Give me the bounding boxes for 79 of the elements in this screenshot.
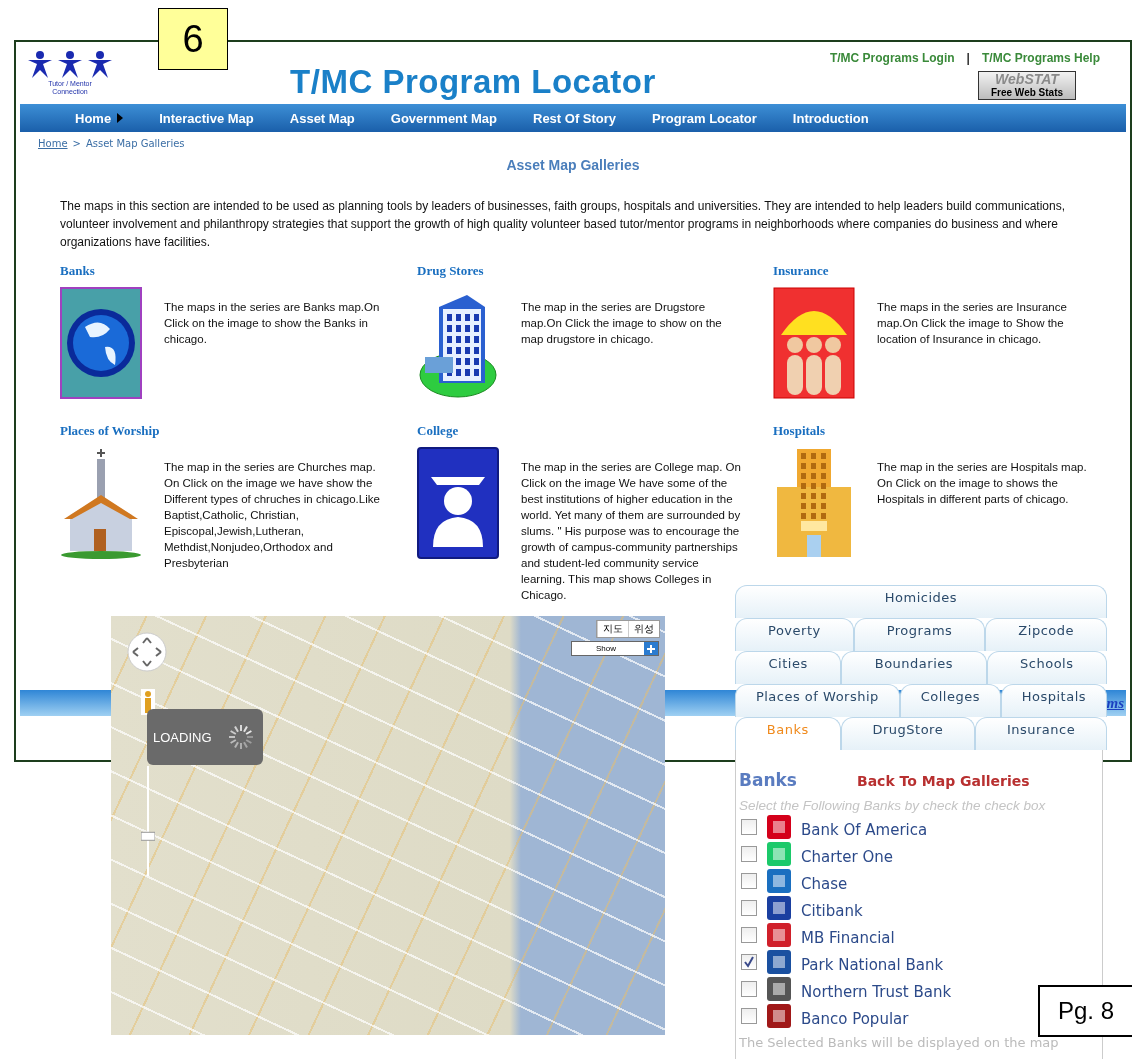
nav-link[interactable]: Introduction — [792, 110, 869, 126]
badge-title: WebSTAT — [995, 71, 1059, 87]
layer-tab[interactable]: Cities — [735, 651, 842, 684]
login-link[interactable]: T/MC Programs Login — [829, 50, 955, 65]
loading-spinner-icon — [227, 724, 254, 750]
breadcrumb-current: Asset Map Galleries — [85, 138, 185, 149]
church-icon[interactable] — [60, 447, 142, 559]
person-icon[interactable] — [141, 689, 155, 715]
gallery-title-link[interactable]: Places of Worship — [60, 423, 417, 439]
bank-name: Citibank — [801, 901, 863, 920]
page-label: Pg. 8 — [1038, 985, 1132, 1037]
gallery-title-link[interactable]: Banks — [60, 263, 417, 279]
layer-tab[interactable]: Colleges — [899, 684, 1001, 717]
webstat-badge[interactable]: WebSTAT Free Web Stats — [978, 70, 1076, 100]
note-text: The Selected Banks will be displayed on the map — [739, 1035, 1060, 1050]
gallery-description: The map in the series are Drugstore map.On Click the image to show on the map drugstore in chicago. — [521, 300, 723, 347]
zoom-slider-thumb[interactable] — [141, 831, 155, 841]
people-logo-icon — [26, 50, 114, 80]
bank-name: Northern Trust Bank — [801, 982, 952, 1001]
gallery-title-link[interactable]: College — [417, 423, 773, 439]
gallery-description: The map in the series are Churches map. On Click on the image we have show the Different types of chruches in chicago.Like Baptist,Catholic, Christian, Episcopal,Jewish,Lutheran, Methdist,Nonjudeo,Orthodox and Presbyterian — [164, 460, 381, 571]
loading-text: LOADING — [153, 729, 212, 745]
intro-paragraph: The maps in this section are intended to be used as planning tools by leaders of businesses, faith groups, hospitals and universities. They are intended to help leaders build communications, volunteer involvement and philanthropy strategies that support the growth of high quality volunteer based tutor/mentor programs in neighborhoods where companies do business and where organizations have facilities. — [60, 198, 1067, 251]
site-title: T/MC Program Locator — [289, 63, 657, 101]
checkbox[interactable] — [741, 926, 757, 943]
nav-link[interactable]: Home — [75, 110, 124, 126]
gallery-description: The maps in the series are Banks map.On Click on the image to show the Banks in chicago. — [164, 300, 381, 347]
layer-tab[interactable]: Zipcode — [985, 618, 1107, 651]
nav-link[interactable]: Asset Map — [289, 110, 355, 126]
breadcrumb-separator: > — [72, 138, 81, 149]
nav-link[interactable]: Program Locator — [652, 110, 757, 126]
layer-tab[interactable]: DrugStore — [840, 717, 976, 750]
gallery-title-link[interactable]: Hospitals — [773, 423, 1113, 439]
nav-link[interactable]: Interactive Map — [159, 110, 254, 126]
bank-name: Chase — [801, 874, 848, 893]
instruction-text: Select the Following Banks by check the check box — [739, 798, 1047, 813]
layer-tab[interactable]: Places of Worship — [735, 684, 900, 717]
umbrella-icon[interactable] — [773, 287, 855, 399]
layer-tab[interactable]: Insurance — [975, 717, 1107, 750]
gallery-title-link[interactable]: Insurance — [773, 263, 1113, 279]
gallery-description: The map in the series are Hospitals map. On Click on the image to shows the Hospitals in different parts of chicago. — [877, 460, 1088, 507]
checkbox[interactable] — [741, 1007, 757, 1024]
bank-name: Bank Of America — [801, 820, 928, 839]
checkbox[interactable] — [741, 899, 757, 916]
back-link[interactable]: Back To Map Galleries — [856, 773, 1030, 789]
breadcrumb-link[interactable]: Home — [38, 138, 68, 149]
link-separator: | — [966, 50, 970, 65]
layer-tab[interactable]: Poverty — [735, 618, 854, 651]
globe-icon[interactable] — [60, 287, 142, 399]
nav-link[interactable]: Government Map — [390, 110, 497, 126]
map-type-button[interactable]: 지도 — [597, 621, 628, 637]
layer-tab[interactable]: Programs — [853, 618, 986, 651]
map-type-button[interactable]: 위성 — [628, 621, 659, 637]
footer-link[interactable]: ms — [1106, 694, 1124, 712]
page-title: Asset Map Galleries — [505, 157, 641, 173]
checkbox[interactable] — [741, 953, 757, 970]
checkbox[interactable] — [741, 980, 757, 997]
slide-number: 6 — [158, 8, 228, 70]
plus-icon — [644, 642, 658, 655]
panel-title: Banks — [739, 770, 797, 790]
checkbox[interactable] — [741, 818, 757, 835]
checkbox[interactable] — [741, 872, 757, 889]
bank-name: Banco Popular — [801, 1009, 909, 1028]
nav-link[interactable]: Rest Of Story — [533, 110, 617, 126]
checkbox[interactable] — [741, 845, 757, 862]
bank-name: Park National Bank — [801, 955, 944, 974]
help-link[interactable]: T/MC Programs Help — [981, 50, 1100, 65]
layer-tab[interactable]: Boundaries — [841, 651, 987, 684]
graduate-icon[interactable] — [417, 447, 499, 559]
badge-subtitle: Free Web Stats — [990, 86, 1064, 99]
layer-tab[interactable]: Schools — [986, 651, 1107, 684]
layer-dropdown[interactable]: Show — [571, 641, 659, 656]
gallery-description: The maps in the series are Insurance map.On Click the image to Show the location of Insurance in chicago. — [877, 300, 1068, 347]
pan-control-icon[interactable] — [127, 632, 167, 672]
gallery-title-link[interactable]: Drug Stores — [417, 263, 773, 279]
bank-name: MB Financial — [801, 928, 895, 947]
layer-tab[interactable]: Homicides — [735, 585, 1107, 618]
bank-name: Charter One — [801, 847, 893, 866]
layer-tab[interactable]: Hospitals — [1000, 684, 1107, 717]
